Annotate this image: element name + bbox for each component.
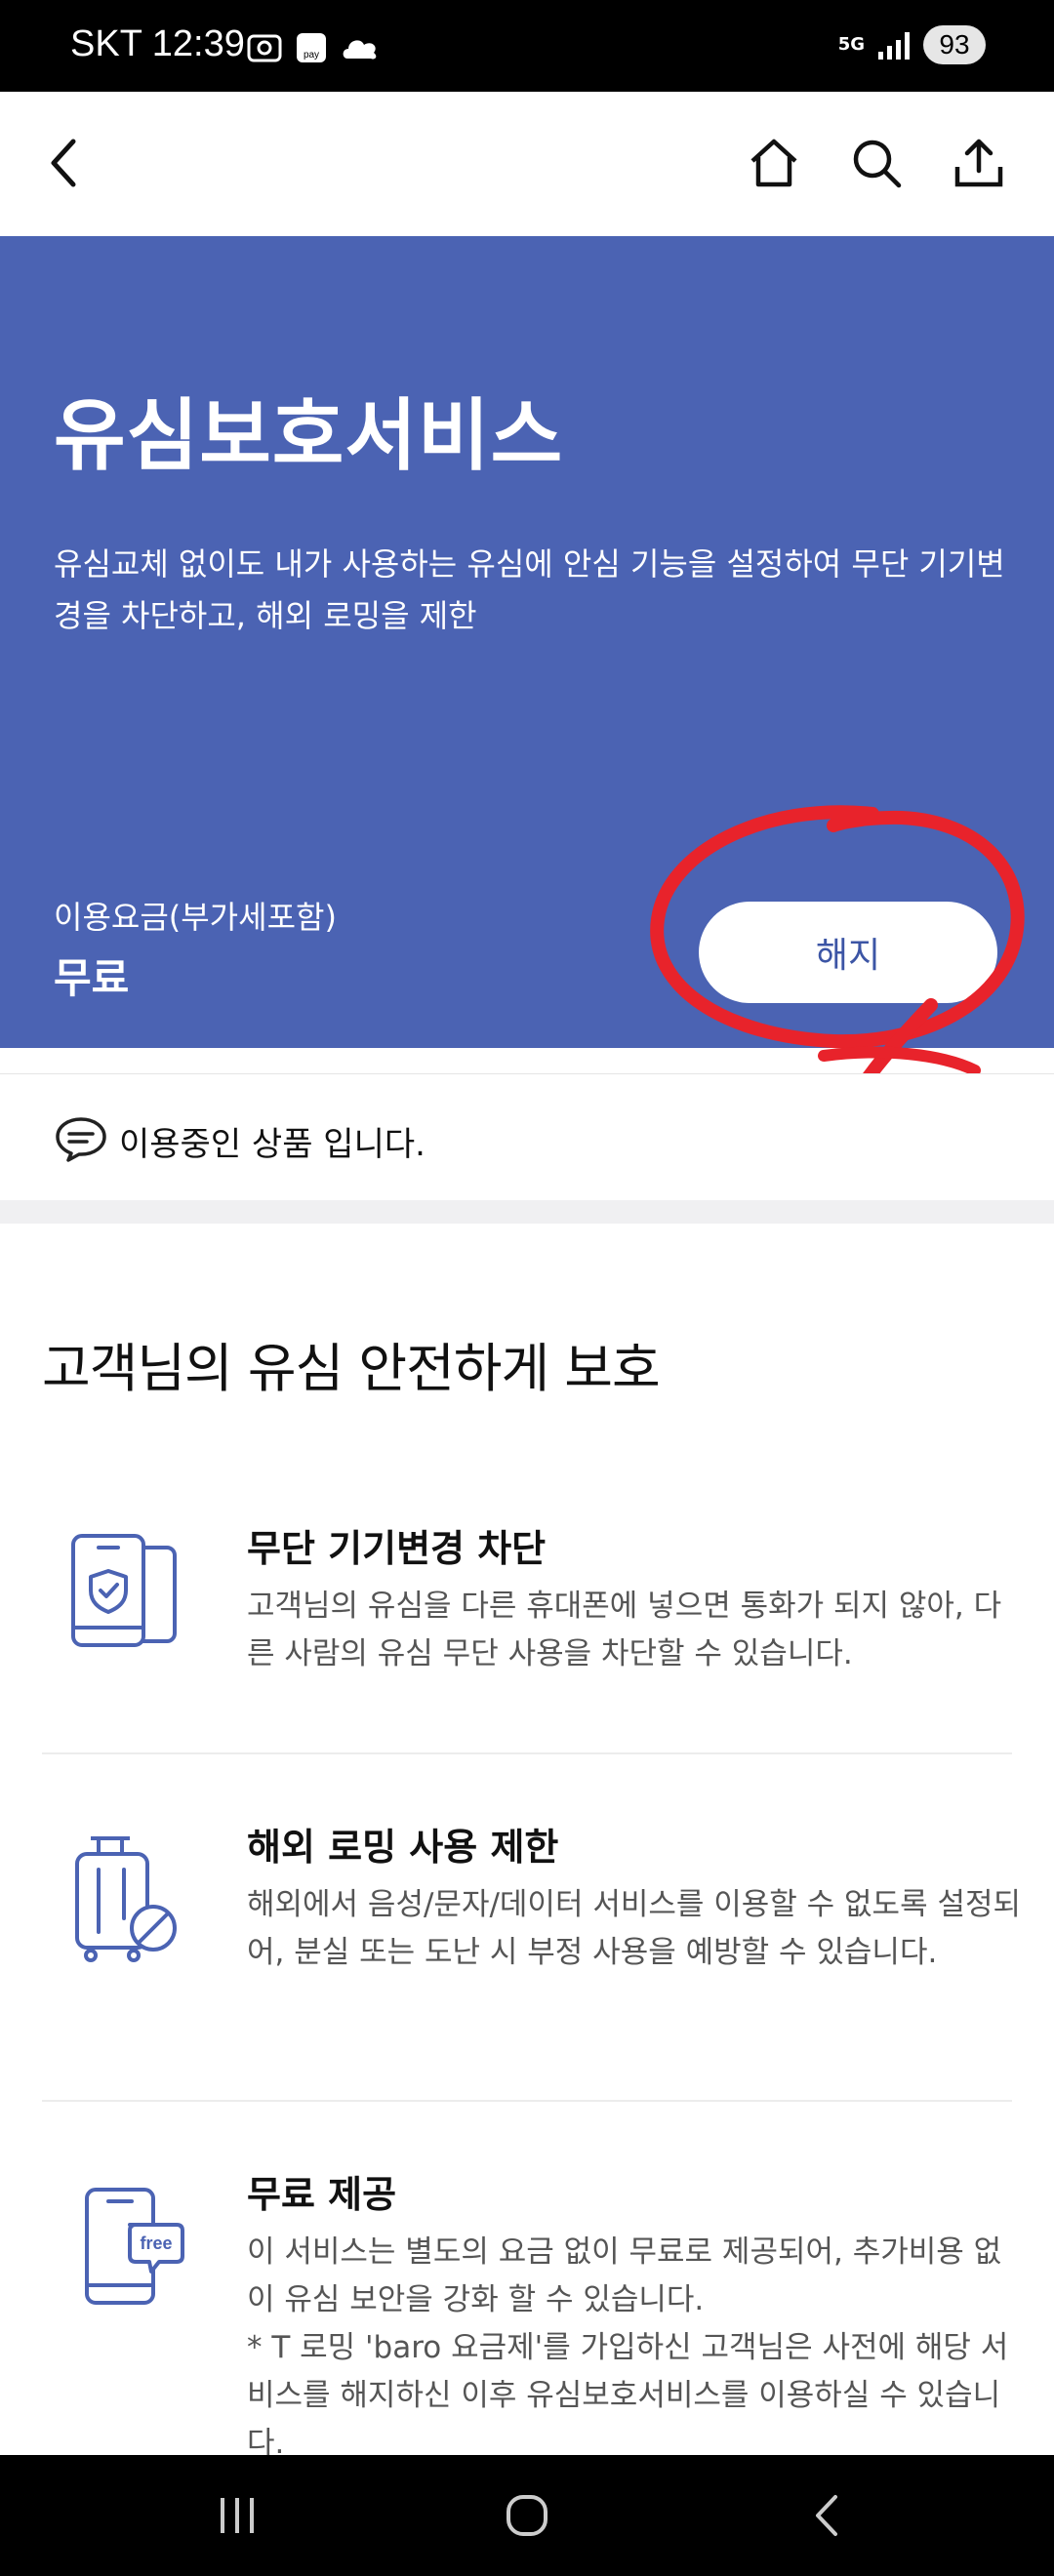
chevron-left-icon	[51, 139, 76, 187]
status-message: 이용중인 상품 입니다.	[119, 1125, 426, 1164]
fee-label: 이용요금(부가세포함)	[54, 899, 337, 936]
search-icon	[853, 140, 902, 188]
status-time: SKT 12:39	[70, 23, 245, 64]
status-bar: SKT 12:39 pay 5G 93	[0, 0, 1054, 92]
home-icon	[750, 139, 797, 187]
phone-free-icon: free	[85, 2188, 184, 2305]
feature-title: 해외 로밍 사용 제한	[247, 1826, 559, 1869]
feature-description: 고객님의 유심을 다른 휴대폰에 넣으면 통화가 되지 않아, 다른 사람의 유…	[247, 1589, 1002, 1671]
system-home-button[interactable]	[488, 2484, 566, 2547]
feature-description: 해외에서 음성/문자/데이터 서비스를 이용할 수 없도록 설정되어, 분실 또…	[247, 1887, 1022, 1970]
recent-apps-icon	[221, 2498, 254, 2533]
chat-bubble-icon	[56, 1117, 106, 1162]
screenshot-icon	[247, 34, 282, 62]
system-back-button[interactable]	[789, 2484, 867, 2547]
cancel-subscription-button[interactable]: 해지	[699, 902, 997, 1003]
notification-icons: pay	[246, 31, 381, 64]
subscription-status: 이용중인 상품 입니다.	[0, 1073, 1054, 1200]
feature-divider	[42, 1752, 1012, 1754]
share-button[interactable]	[945, 129, 1013, 197]
luggage-blocked-icon	[75, 1836, 177, 1962]
page-title: 유심보호서비스	[54, 390, 564, 481]
app-header	[0, 92, 1054, 236]
back-button[interactable]	[31, 129, 100, 197]
recent-apps-button[interactable]	[198, 2484, 276, 2547]
service-description: 유심교체 없이도 내가 사용하는 유심에 안심 기능을 설정하여 무단 기기변경…	[54, 545, 1005, 634]
feature-description: 이 서비스는 별도의 요금 없이 무료로 제공되어, 추가비용 없이 유심 보안…	[247, 2234, 1009, 2461]
home-button[interactable]	[740, 129, 808, 197]
system-navigation-bar	[0, 2455, 1054, 2576]
network-type: 5G	[837, 34, 865, 55]
pay-icon: pay	[297, 33, 326, 62]
svg-text:pay: pay	[304, 50, 319, 60]
battery-level: 93	[923, 25, 986, 64]
phone-shield-icon	[71, 1534, 177, 1647]
cloud-icon	[343, 40, 377, 60]
section-title: 고객님의 유심 안전하게 보호	[42, 1338, 661, 1399]
section-separator	[0, 1200, 1054, 1224]
feature-divider	[42, 2100, 1012, 2102]
feature-item: 무단 기기변경 차단 고객님의 유심을 다른 휴대폰에 넣으면 통화가 되지 않…	[42, 1518, 1012, 1694]
back-icon	[816, 2495, 837, 2536]
feature-item: 해외 로밍 사용 제한 해외에서 음성/문자/데이터 서비스를 이용할 수 없도…	[42, 1817, 1021, 2041]
home-circle-icon	[507, 2495, 547, 2536]
svg-text:free: free	[140, 2234, 172, 2253]
feature-title: 무단 기기변경 차단	[247, 1527, 547, 1570]
fee-value: 무료	[54, 954, 130, 1002]
service-hero: 유심보호서비스 유심교체 없이도 내가 사용하는 유심에 안심 기능을 설정하여…	[0, 236, 1054, 1048]
system-status-icons: 5G 93	[838, 25, 986, 64]
signal-icon	[878, 30, 910, 60]
feature-item: free 무료 제공 이 서비스는 별도의 요금 없이 무료로 제공되어, 추가…	[42, 2164, 1012, 2461]
share-icon	[954, 139, 1003, 187]
feature-title: 무료 제공	[247, 2173, 397, 2216]
search-button[interactable]	[842, 129, 911, 197]
